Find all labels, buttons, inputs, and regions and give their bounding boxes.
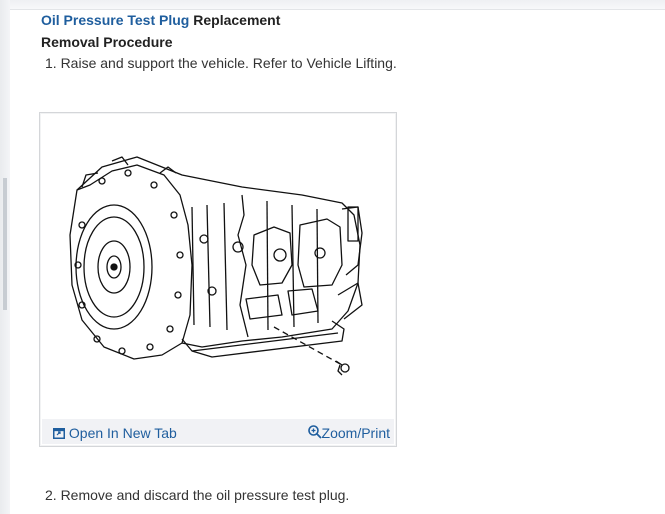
title-suffix: Replacement (189, 12, 281, 28)
top-toolbar-strip (10, 0, 665, 10)
zoom-icon (307, 425, 322, 439)
page-title: Oil Pressure Test Plug Replacement (41, 12, 280, 28)
zoom-print-label: Zoom/Print (321, 425, 390, 441)
open-in-new-tab-link[interactable]: Open In New Tab (53, 425, 177, 441)
figure-action-bar: Open In New Tab Zoom/Print (42, 419, 394, 444)
open-in-new-tab-label: Open In New Tab (68, 425, 177, 441)
rail-marker (3, 178, 7, 310)
procedure-step-2: 2. Remove and discard the oil pressure t… (45, 487, 350, 503)
section-heading: Removal Procedure (41, 34, 173, 50)
procedure-step-1: 1. Raise and support the vehicle. Refer … (45, 55, 397, 71)
left-scroll-rail (0, 0, 10, 514)
title-link[interactable]: Oil Pressure Test Plug (41, 12, 189, 28)
illustration-panel: Open In New Tab Zoom/Print (39, 112, 397, 447)
zoom-print-link[interactable]: Zoom/Print (307, 425, 390, 441)
open-in-new-tab-icon (53, 428, 65, 439)
transmission-illustration[interactable] (42, 115, 394, 417)
